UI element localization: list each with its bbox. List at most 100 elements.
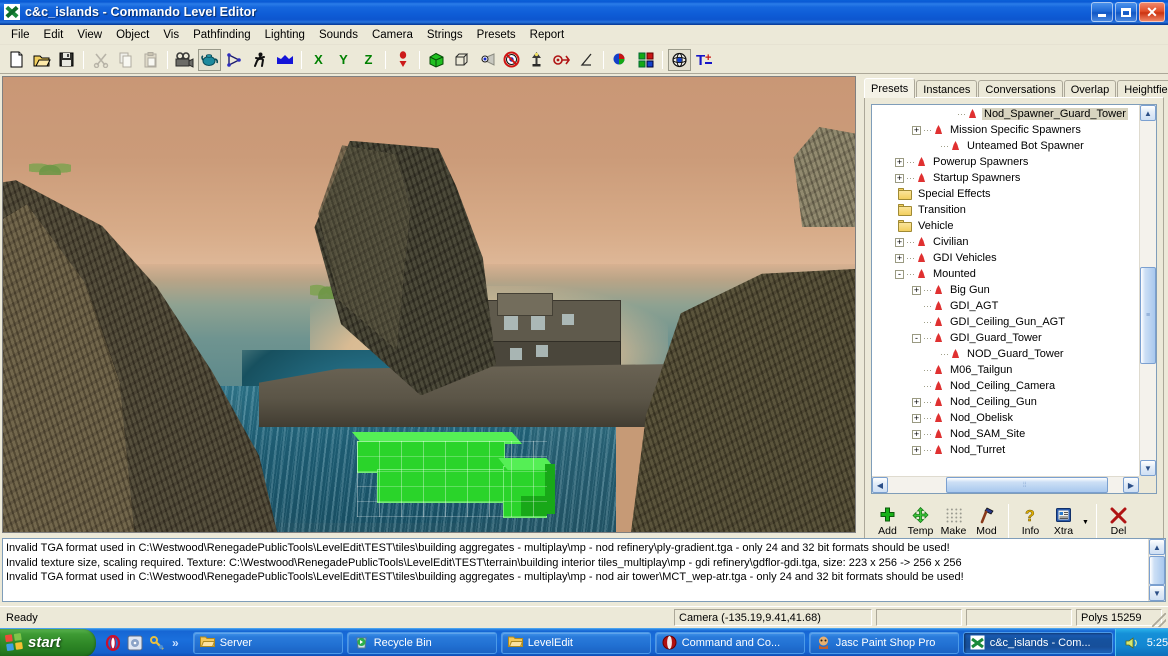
- presets-tree-vscrollbar[interactable]: ▲ ≡ ▼: [1139, 105, 1156, 476]
- drop-to-ground-icon[interactable]: [391, 49, 414, 71]
- tree-item[interactable]: ⋯GDI_Ceiling_Gun_AGT: [872, 314, 1139, 330]
- axis-y-icon[interactable]: Y: [332, 49, 355, 71]
- paste-icon[interactable]: [139, 49, 162, 71]
- lighting-icon[interactable]: [525, 49, 548, 71]
- collapse-icon[interactable]: -: [895, 270, 904, 279]
- tree-item[interactable]: +⋯Powerup Spawners: [872, 154, 1139, 170]
- tree-item[interactable]: ⋯GDI_AGT: [872, 298, 1139, 314]
- menu-view[interactable]: View: [70, 27, 109, 43]
- menu-presets[interactable]: Presets: [470, 27, 523, 43]
- menu-strings[interactable]: Strings: [420, 27, 470, 43]
- media-player-icon[interactable]: [127, 635, 143, 651]
- maximize-button[interactable]: [1115, 2, 1137, 22]
- menu-pathfinding[interactable]: Pathfinding: [186, 27, 258, 43]
- show-collision-icon[interactable]: [425, 49, 448, 71]
- taskbar-button[interactable]: Command and Co...: [655, 632, 805, 654]
- opera-icon[interactable]: [105, 635, 121, 651]
- pathfind-icon[interactable]: [223, 49, 246, 71]
- tree-item[interactable]: Special Effects: [872, 186, 1139, 202]
- tab-overlap[interactable]: Overlap: [1064, 80, 1117, 98]
- tree-item[interactable]: +⋯Mission Specific Spawners: [872, 122, 1139, 138]
- tree-item[interactable]: +⋯Nod_Ceiling_Gun: [872, 394, 1139, 410]
- minimize-button[interactable]: [1091, 2, 1113, 22]
- taskbar-button[interactable]: Jasc Paint Shop Pro: [809, 632, 959, 654]
- tree-item[interactable]: +⋯Nod_Obelisk: [872, 410, 1139, 426]
- sound-emitter-icon[interactable]: [550, 49, 573, 71]
- taskbar-button[interactable]: c&c_islands - Com...: [963, 632, 1113, 654]
- vis-eye-icon[interactable]: [668, 49, 691, 71]
- copy-icon[interactable]: [114, 49, 137, 71]
- expand-icon[interactable]: +: [912, 430, 921, 439]
- teapot-icon[interactable]: [198, 49, 221, 71]
- axis-z-icon[interactable]: Z: [357, 49, 380, 71]
- tree-item[interactable]: ⋯NOD_Guard_Tower: [872, 346, 1139, 362]
- menu-vis[interactable]: Vis: [156, 27, 186, 43]
- menu-lighting[interactable]: Lighting: [258, 27, 312, 43]
- angle-tool-icon[interactable]: [575, 49, 598, 71]
- tree-item[interactable]: ⋯M06_Tailgun: [872, 362, 1139, 378]
- scroll-right-arrow[interactable]: ▶: [1123, 477, 1139, 493]
- save-icon[interactable]: [55, 49, 78, 71]
- tab-instances[interactable]: Instances: [916, 80, 977, 98]
- tab-heightfield[interactable]: Heightfield: [1117, 80, 1168, 98]
- xtra-dropdown-arrow[interactable]: ▼: [1080, 502, 1091, 542]
- expand-icon[interactable]: +: [895, 254, 904, 263]
- menu-file[interactable]: File: [4, 27, 37, 43]
- tray-clock[interactable]: 5:25 PM: [1147, 637, 1168, 649]
- expand-icon[interactable]: +: [912, 414, 921, 423]
- tree-item[interactable]: +⋯Nod_Turret: [872, 442, 1139, 458]
- walk-mode-icon[interactable]: [248, 49, 271, 71]
- tree-item[interactable]: ⋯Nod_Ceiling_Camera: [872, 378, 1139, 394]
- tree-item[interactable]: ⋯Unteamed Bot Spawner: [872, 138, 1139, 154]
- tree-item[interactable]: +⋯Startup Spawners: [872, 170, 1139, 186]
- tree-item[interactable]: Transition: [872, 202, 1139, 218]
- taskbar-button[interactable]: LevelEdit: [501, 632, 651, 654]
- axis-x-icon[interactable]: X: [307, 49, 330, 71]
- expand-icon[interactable]: +: [912, 398, 921, 407]
- scroll-down-arrow[interactable]: ▼: [1140, 460, 1156, 476]
- menu-sounds[interactable]: Sounds: [312, 27, 365, 43]
- tree-item[interactable]: +⋯Big Gun: [872, 282, 1139, 298]
- tab-presets[interactable]: Presets: [864, 78, 915, 98]
- tree-item[interactable]: Vehicle: [872, 218, 1139, 234]
- tree-item[interactable]: +⋯GDI Vehicles: [872, 250, 1139, 266]
- selected-object-crates[interactable]: [353, 432, 559, 520]
- presets-tree-hscrollbar[interactable]: ◀ ⦙⦙ ▶: [872, 476, 1139, 493]
- expand-icon[interactable]: +: [912, 286, 921, 295]
- tree-item[interactable]: ⋯Nod_Spawner_Guard_Tower: [872, 106, 1139, 122]
- tree-item[interactable]: -⋯GDI_Guard_Tower: [872, 330, 1139, 346]
- output-log-panel[interactable]: Invalid TGA format used in C:\Westwood\R…: [2, 538, 1166, 602]
- expand-icon[interactable]: +: [895, 158, 904, 167]
- hscroll-thumb[interactable]: ⦙⦙: [946, 477, 1108, 493]
- tree-item[interactable]: -⋯Mounted: [872, 266, 1139, 282]
- close-button[interactable]: ✕: [1139, 2, 1165, 22]
- resize-grip[interactable]: [1152, 613, 1166, 627]
- show-bounding-box-icon[interactable]: [450, 49, 473, 71]
- open-folder-icon[interactable]: [30, 49, 53, 71]
- log-scroll-thumb[interactable]: [1149, 556, 1165, 585]
- volume-icon[interactable]: [1124, 636, 1140, 650]
- taskbar-button[interactable]: Server: [193, 632, 343, 654]
- menu-object[interactable]: Object: [109, 27, 156, 43]
- scroll-up-arrow[interactable]: ▲: [1140, 105, 1156, 121]
- vis-points-icon[interactable]: [475, 49, 498, 71]
- menu-edit[interactable]: Edit: [37, 27, 71, 43]
- quicklaunch-more-icon[interactable]: »: [172, 636, 179, 650]
- tree-item[interactable]: +⋯Civilian: [872, 234, 1139, 250]
- scroll-left-arrow[interactable]: ◀: [872, 477, 888, 493]
- water-plane-icon[interactable]: [273, 49, 296, 71]
- vscroll-thumb[interactable]: ≡: [1140, 267, 1156, 364]
- new-file-icon[interactable]: [5, 49, 28, 71]
- menu-camera[interactable]: Camera: [365, 27, 420, 43]
- expand-icon[interactable]: +: [912, 126, 921, 135]
- text-tool-icon[interactable]: T+: [693, 49, 716, 71]
- collapse-icon[interactable]: -: [912, 334, 921, 343]
- log-vscrollbar[interactable]: ▲ ▼: [1148, 539, 1165, 601]
- tree-item[interactable]: +⋯Nod_SAM_Site: [872, 426, 1139, 442]
- expand-icon[interactable]: +: [912, 446, 921, 455]
- expand-icon[interactable]: +: [895, 238, 904, 247]
- expand-icon[interactable]: +: [895, 174, 904, 183]
- menu-report[interactable]: Report: [523, 27, 572, 43]
- cut-icon[interactable]: [89, 49, 112, 71]
- 3d-level-viewport[interactable]: [2, 76, 856, 533]
